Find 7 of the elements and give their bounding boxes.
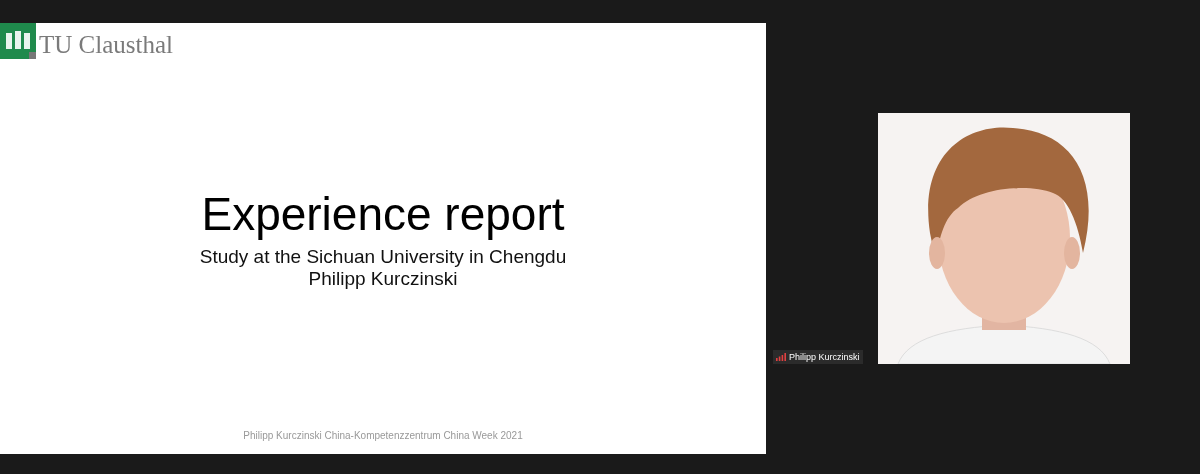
participant-name-tag: Philipp Kurczinski	[773, 350, 863, 364]
slide-title: Experience report	[201, 189, 565, 240]
signal-icon	[776, 353, 786, 361]
university-name: TU Clausthal	[39, 32, 173, 57]
slide-subtitle: Philipp Kurczinski	[308, 268, 458, 292]
slide-subtitle: Study at the Sichuan University in Chengdu	[199, 245, 567, 269]
slide-footer: Philipp Kurczinski China-Kompetenzzentrum China Week 2021	[0, 430, 766, 454]
